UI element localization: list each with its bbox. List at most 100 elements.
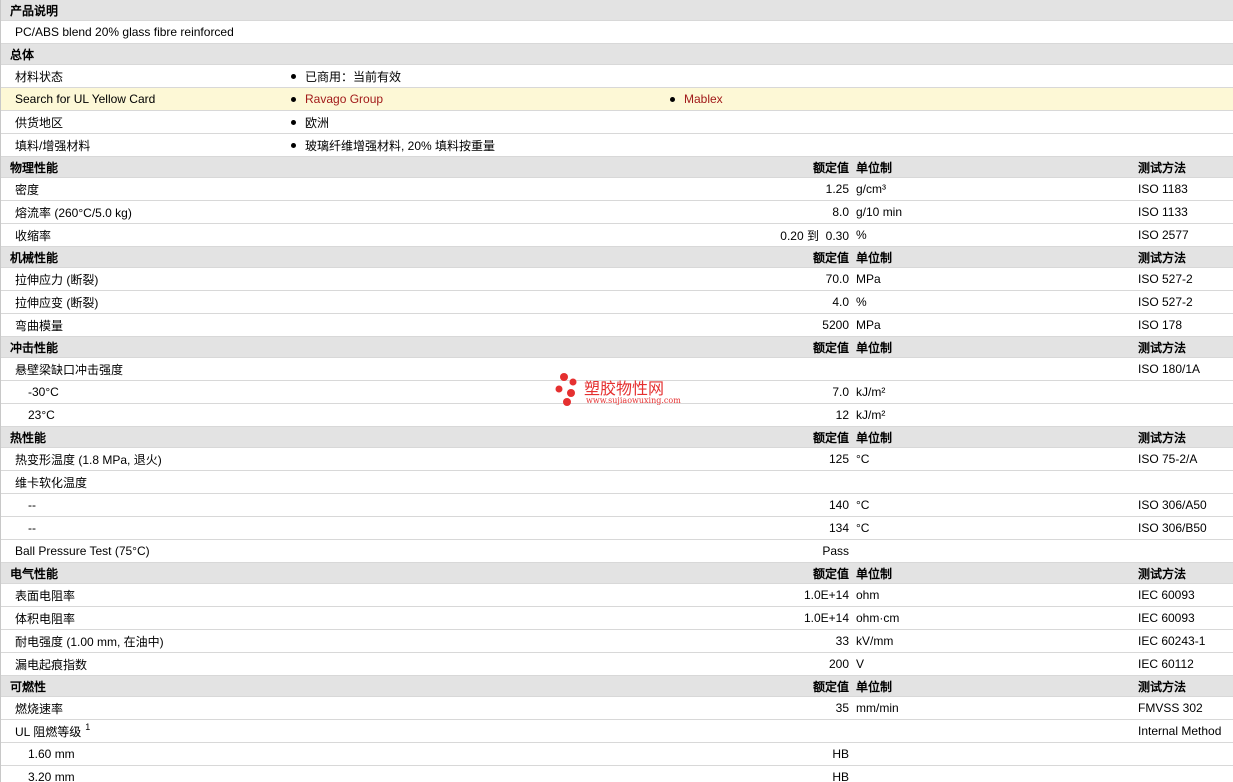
property-label: -- [28,521,36,535]
property-row: 耐电强度 (1.00 mm, 在油中) 33 kV/mm IEC 60243-1 [1,630,1233,653]
property-unit: MPa [856,318,881,332]
section-title: 机械性能 [10,250,59,265]
property-test-method: ISO 1183 [1138,182,1188,196]
property-value: 134 [828,521,849,535]
property-label: 维卡软化温度 [15,475,88,490]
property-value: 0.20 到 0.30 [780,228,849,243]
property-unit: °C [856,521,870,535]
bullet-item: 已商用：当前有效 [291,65,401,87]
property-unit: g/cm³ [856,182,886,196]
column-header-value: 额定值 [812,340,849,355]
product-desc-text: PC/ABS blend 20% glass fibre reinforced [15,25,234,39]
property-unit: MPa [856,272,881,286]
property-row: Ball Pressure Test (75°C) Pass [1,540,1233,563]
property-value: 12 [835,408,849,422]
property-test-method: ISO 527-2 [1138,295,1193,309]
section-header-product-desc: 产品说明 [1,0,1233,21]
property-test-method: IEC 60112 [1138,657,1194,671]
property-label-wrap: UL 阻燃等级 1 [15,720,90,742]
property-unit: ohm·cm [856,611,900,625]
row-label: 材料状态 [15,69,64,84]
section-header-electrical: 电气性能 额定值 单位制 测试方法 [1,563,1233,584]
property-unit: kJ/m² [856,408,886,422]
column-header-test: 测试方法 [1138,340,1187,355]
property-value: 4.0 [832,295,849,309]
property-row: 热变形温度 (1.8 MPa, 退火) 125 °C ISO 75-2/A [1,448,1233,471]
property-test-method: ISO 2577 [1138,228,1189,242]
property-label: 3.20 mm [28,770,75,782]
property-label: 1.60 mm [28,747,75,761]
bullet-dot-icon [291,142,296,148]
property-unit: % [856,228,867,242]
property-label: 漏电起痕指数 [15,657,88,672]
property-row: 收缩率 0.20 到 0.30 % ISO 2577 [1,224,1233,247]
property-value: 35 [835,701,849,715]
row-label: 填料/增强材料 [15,138,91,153]
footnote-marker[interactable]: 1 [85,722,90,732]
property-test-method: ISO 527-2 [1138,272,1193,286]
column-header-unit: 单位制 [856,160,893,175]
property-label: 拉伸应力 (断裂) [15,272,99,287]
mablex-link[interactable]: Mablex [684,92,723,106]
product-desc-row: PC/ABS blend 20% glass fibre reinforced [1,21,1233,44]
property-row: 表面电阻率 1.0E+14 ohm IEC 60093 [1,584,1233,607]
property-unit: mm/min [856,701,899,715]
property-label: 表面电阻率 [15,588,76,603]
property-test-method: IEC 60093 [1138,588,1195,602]
property-value: 1.0E+14 [803,611,849,625]
property-label: 热变形温度 (1.8 MPa, 退火) [15,452,162,467]
property-subrow: -- 140 °C ISO 306/A50 [1,494,1233,517]
section-title: 物理性能 [10,160,59,175]
column-header-unit: 单位制 [856,250,893,265]
property-label: 密度 [15,182,40,197]
section-header-general: 总体 [1,44,1233,65]
property-label: 悬壁梁缺口冲击强度 [15,362,124,377]
property-row: 拉伸应力 (断裂) 70.0 MPa ISO 527-2 [1,268,1233,291]
property-subrow: 23°C 12 kJ/m² [1,404,1233,427]
property-test-method: ISO 306/A50 [1138,498,1207,512]
property-unit: % [856,295,867,309]
property-row: 拉伸应变 (断裂) 4.0 % ISO 527-2 [1,291,1233,314]
datasheet-table: 产品说明 PC/ABS blend 20% glass fibre reinfo… [0,0,1233,782]
property-unit: °C [856,452,870,466]
property-value: 33 [835,634,849,648]
column-header-value: 额定值 [812,679,849,694]
general-row: 供货地区 欧洲 [1,111,1233,134]
property-label: -30°C [28,385,59,399]
property-row: 密度 1.25 g/cm³ ISO 1183 [1,178,1233,201]
property-unit: g/10 min [856,205,903,219]
general-row-ul-yellow-card: Search for UL Yellow Card Ravago Group M… [1,88,1233,111]
section-header-thermal: 热性能 额定值 单位制 测试方法 [1,427,1233,448]
property-unit: °C [856,498,870,512]
property-unit: V [856,657,865,671]
property-value: Pass [822,544,849,558]
section-header-flammability: 可燃性 额定值 单位制 测试方法 [1,676,1233,697]
property-row: 熔流率 (260°C/5.0 kg) 8.0 g/10 min ISO 1133 [1,201,1233,224]
column-header-unit: 单位制 [856,566,893,581]
property-label: 拉伸应变 (断裂) [15,295,99,310]
property-row: 弯曲模量 5200 MPa ISO 178 [1,314,1233,337]
property-test-method: ISO 180/1A [1138,362,1201,376]
ravago-group-link[interactable]: Ravago Group [305,92,383,106]
property-value: 1.25 [825,182,849,196]
property-value: HB [832,747,849,761]
property-value: 70.0 [825,272,849,286]
property-row: 悬壁梁缺口冲击强度 ISO 180/1A [1,358,1233,381]
property-label: 燃烧速率 [15,701,64,716]
bullet-item: Mablex [670,88,723,110]
column-header-test: 测试方法 [1138,250,1187,265]
row-label: 供货地区 [15,115,64,130]
bullet-text: 已商用：当前有效 [305,69,402,84]
property-label: Ball Pressure Test (75°C) [15,544,150,558]
property-subrow: 3.20 mm HB [1,766,1233,782]
property-label: -- [28,498,36,512]
property-value: 125 [828,452,849,466]
property-test-method: Internal Method [1138,724,1222,738]
property-label: 耐电强度 (1.00 mm, 在油中) [15,634,164,649]
bullet-dot-icon [291,73,296,79]
property-label: 体积电阻率 [15,611,76,626]
property-unit: ohm [856,588,880,602]
column-header-test: 测试方法 [1138,679,1187,694]
property-subrow: -- 134 °C ISO 306/B50 [1,517,1233,540]
property-label: 弯曲模量 [15,318,64,333]
